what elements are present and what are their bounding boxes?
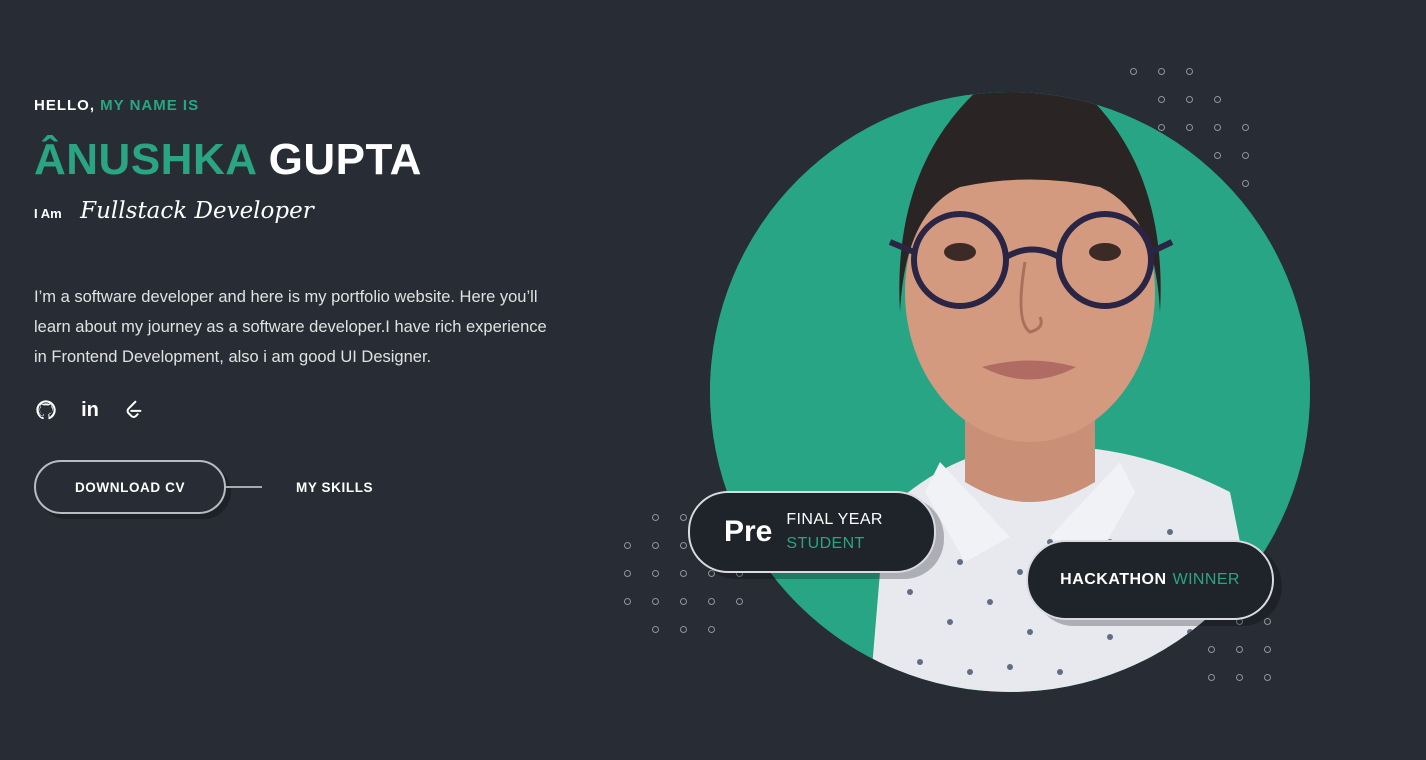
decor-dot [708, 598, 715, 605]
full-name: ÂNUSHKA GUPTA [34, 134, 422, 186]
decor-dot [652, 598, 659, 605]
decor-dot [1214, 124, 1221, 131]
decor-dot [1264, 646, 1271, 653]
decor-dot [1186, 124, 1193, 131]
decor-dot [652, 626, 659, 633]
first-name: ÂNUSHKA [34, 135, 256, 184]
decor-dot [1242, 180, 1249, 187]
hero-visual: Pre FINAL YEAR STUDENT HACKATHON WINNER [600, 0, 1426, 760]
decor-dot [680, 570, 687, 577]
decor-dot [680, 598, 687, 605]
decor-dot [708, 626, 715, 633]
decor-dot [1186, 68, 1193, 75]
hero-actions: DOWNLOAD CV MY SKILLS [34, 460, 373, 514]
role-title: Fullstack Developer [80, 198, 314, 224]
decor-dot [652, 514, 659, 521]
pre-label: Pre [724, 515, 773, 548]
decor-dot [652, 542, 659, 549]
hackathon-label: HACKATHON [1060, 571, 1167, 588]
my-skills-link[interactable]: MY SKILLS [296, 480, 373, 495]
decor-dot [1208, 646, 1215, 653]
decor-dot [1214, 96, 1221, 103]
decor-dot [1264, 618, 1271, 625]
decor-dot [1242, 124, 1249, 131]
linkedin-label: in [81, 398, 99, 421]
last-name: GUPTA [268, 135, 422, 184]
decor-dot [1158, 124, 1165, 131]
decor-dot [1186, 96, 1193, 103]
decor-dot [1158, 96, 1165, 103]
linkedin-icon[interactable]: in [78, 398, 102, 422]
decor-dot [1242, 152, 1249, 159]
decor-dot [708, 570, 715, 577]
decor-dot [680, 626, 687, 633]
download-cv-button[interactable]: DOWNLOAD CV [34, 460, 226, 514]
greeting-hello: HELLO, [34, 97, 95, 114]
decor-dot [1214, 152, 1221, 159]
iam-label: I Am [34, 206, 62, 221]
decor-dot [652, 570, 659, 577]
decor-dot [1208, 674, 1215, 681]
decor-dot [680, 514, 687, 521]
decor-dot [1158, 68, 1165, 75]
social-links: in [34, 398, 146, 422]
decor-dot [1130, 68, 1137, 75]
role-line: I Am Fullstack Developer [34, 198, 314, 224]
decor-dot [1236, 674, 1243, 681]
student-label: STUDENT [786, 535, 865, 552]
decor-dot [1264, 674, 1271, 681]
decor-dot [624, 598, 631, 605]
greeting: HELLO, MY NAME IS [34, 97, 199, 114]
connector-line [226, 486, 262, 488]
final-year-label: FINAL YEAR [786, 511, 883, 528]
decor-dot [680, 542, 687, 549]
decor-dot [1236, 646, 1243, 653]
decor-dot [736, 598, 743, 605]
leetcode-icon[interactable] [122, 398, 146, 422]
winner-label: WINNER [1172, 571, 1240, 588]
greeting-accent: MY NAME IS [100, 97, 200, 114]
intro-description: I’m a software developer and here is my … [34, 288, 547, 366]
decor-dot [624, 542, 631, 549]
hackathon-badge: HACKATHON WINNER [1026, 540, 1274, 620]
final-year-badge: Pre FINAL YEAR STUDENT [688, 491, 936, 573]
decor-dot [624, 570, 631, 577]
github-icon[interactable] [34, 398, 58, 422]
